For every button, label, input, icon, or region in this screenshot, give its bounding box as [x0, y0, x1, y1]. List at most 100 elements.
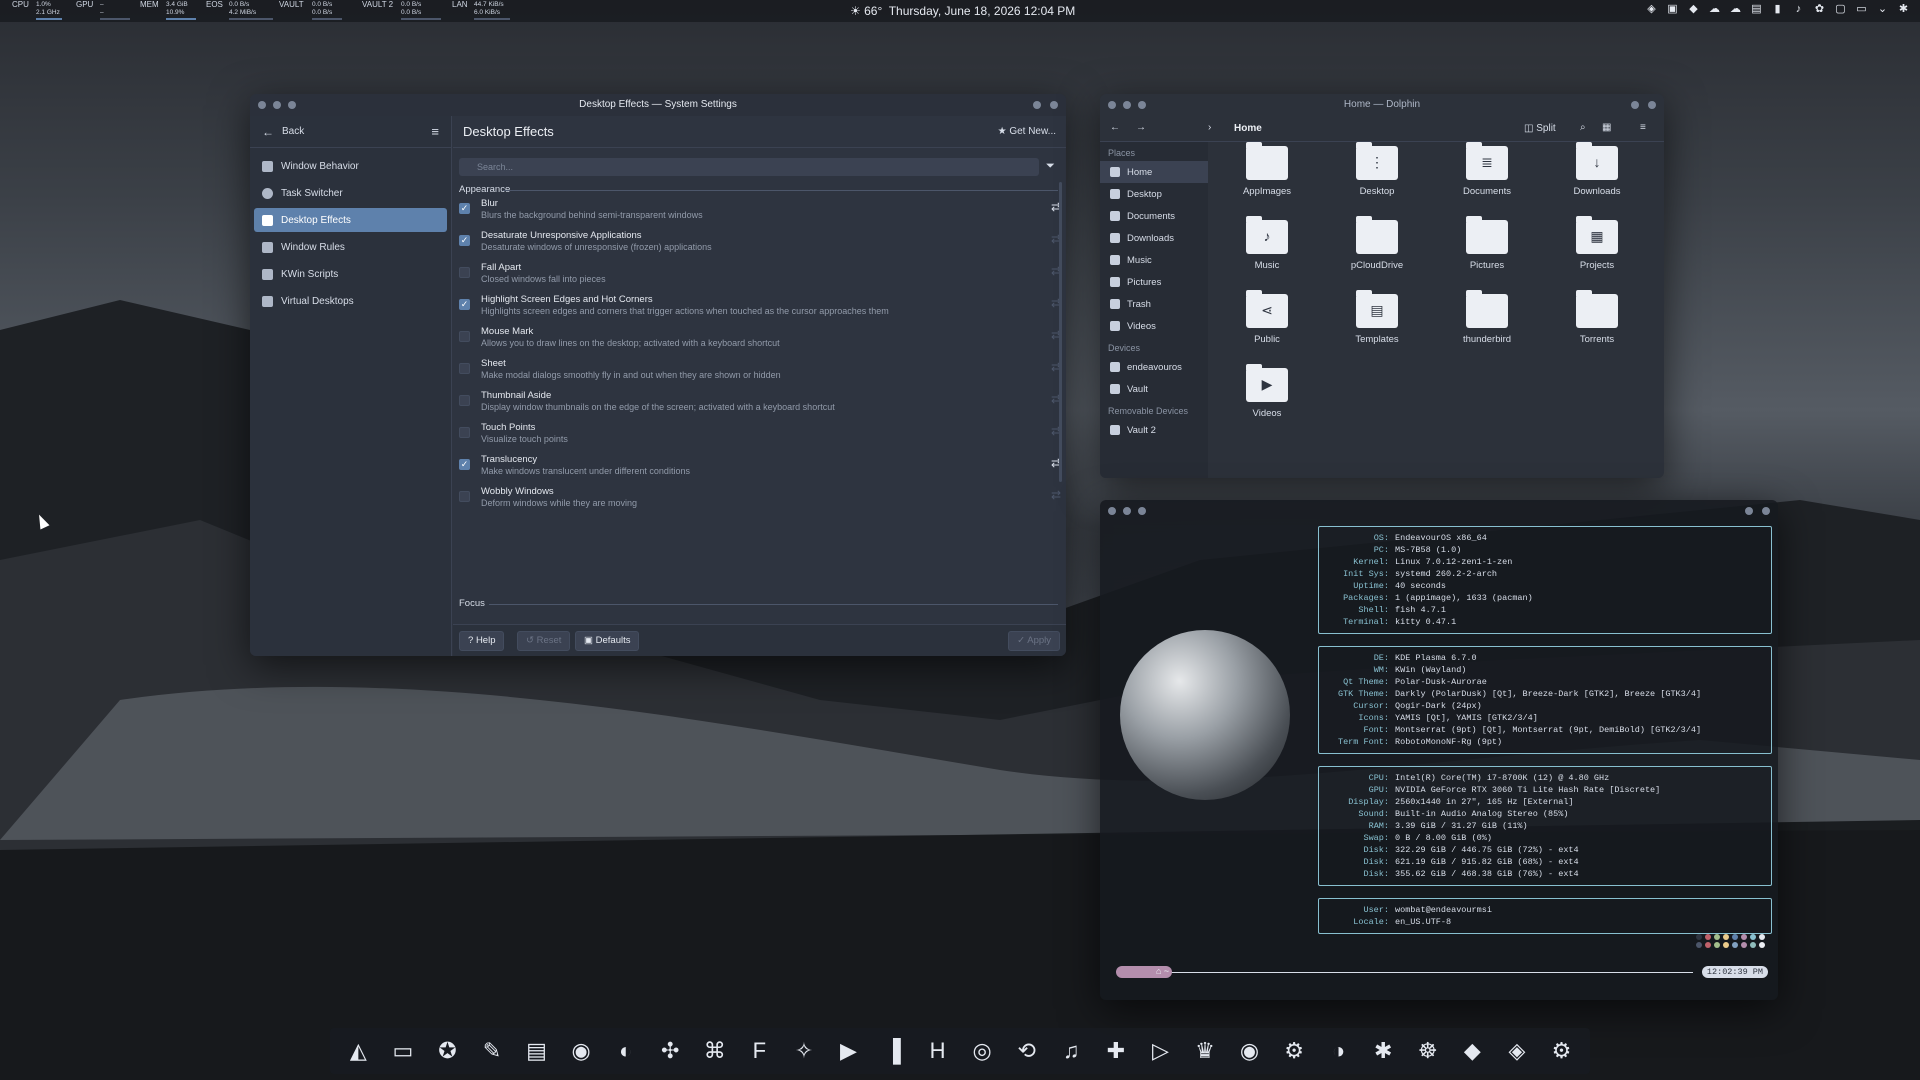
effect-checkbox[interactable]: ✓ — [459, 459, 470, 470]
file-item[interactable]: Pictures — [1432, 216, 1542, 271]
folder-dot[interactable] — [1631, 101, 1639, 109]
minimize-dot[interactable] — [273, 101, 281, 109]
network-icon[interactable]: ✱ — [1367, 1035, 1399, 1067]
effect-row[interactable]: Wobbly Windows Deform windows while they … — [459, 486, 1061, 518]
effect-checkbox[interactable] — [459, 491, 470, 502]
search-icon[interactable]: ⌕ — [1580, 122, 1586, 133]
font-icon[interactable]: F — [743, 1035, 775, 1067]
file-item[interactable]: ▤ Templates — [1322, 290, 1432, 345]
lan-meter[interactable]: LAN — [452, 1, 468, 9]
forward-arrow-icon[interactable]: → — [1136, 122, 1146, 133]
video-editor-icon[interactable]: ▶ — [832, 1035, 864, 1067]
minimize-dot[interactable] — [1123, 507, 1131, 515]
music-icon[interactable]: ♫ — [1055, 1035, 1087, 1067]
gimp-icon[interactable]: ✪ — [431, 1035, 463, 1067]
split-button[interactable]: ◫ Split — [1524, 123, 1556, 134]
place-item[interactable]: Vault 2 — [1100, 419, 1208, 441]
editor-icon[interactable]: ✎ — [476, 1035, 508, 1067]
effect-checkbox[interactable] — [459, 363, 470, 374]
dolphin-titlebar[interactable]: Home — Dolphin — [1100, 94, 1664, 116]
columns-icon[interactable]: ▐ — [877, 1035, 909, 1067]
file-item[interactable]: ♪ Music — [1212, 216, 1322, 271]
mem-meter[interactable]: MEM — [140, 1, 159, 9]
vault-meter[interactable]: VAULT — [279, 1, 304, 9]
kdenlive-icon[interactable]: H — [922, 1035, 954, 1067]
endeavour-icon[interactable]: ◭ — [342, 1035, 374, 1067]
effect-row[interactable]: ✓ Desaturate Unresponsive Applications Des… — [459, 230, 1061, 262]
media-icon[interactable]: ⟲ — [1011, 1035, 1043, 1067]
effect-row[interactable]: Mouse Mark Allows you to draw lines on th… — [459, 326, 1061, 358]
file-item[interactable]: ▦ Projects — [1542, 216, 1652, 271]
place-item[interactable]: Trash — [1100, 293, 1208, 315]
pin-dot[interactable] — [1745, 507, 1753, 515]
browser-icon[interactable]: ◉ — [565, 1035, 597, 1067]
grid-view-icon[interactable]: ▦ — [1602, 122, 1611, 133]
place-item[interactable]: endeavouros — [1100, 356, 1208, 378]
search-input[interactable]: Search... — [459, 158, 1039, 176]
eos-meter[interactable]: EOS — [206, 1, 223, 9]
nav-window-behavior[interactable]: Window Behavior — [254, 154, 447, 178]
menu-icon[interactable]: ≡ — [1640, 122, 1646, 133]
settings-titlebar[interactable]: Desktop Effects — System Settings — [250, 94, 1066, 116]
cloud-icon[interactable]: ☁ — [1708, 3, 1721, 16]
keep-above-dot[interactable] — [1050, 101, 1058, 109]
shield-icon[interactable]: ◈ — [1645, 3, 1658, 16]
effect-row[interactable]: Sheet Make modal dialogs smoothly fly in … — [459, 358, 1061, 390]
place-item[interactable]: Home — [1100, 161, 1208, 183]
back-button[interactable]: ← Back ≡ — [250, 116, 451, 148]
document-icon[interactable]: ▤ — [521, 1035, 553, 1067]
back-arrow-icon[interactable]: ← — [1110, 122, 1120, 133]
scrollbar[interactable] — [1059, 182, 1062, 482]
hamburger-menu-icon[interactable]: ≡ — [431, 124, 439, 139]
keep-above-dot[interactable] — [1648, 101, 1656, 109]
puzzle-icon[interactable]: ⌘ — [699, 1035, 731, 1067]
effect-checkbox[interactable] — [459, 395, 470, 406]
reset-button[interactable]: ↺ Reset — [517, 631, 571, 651]
network-icon[interactable]: ▤ — [1750, 3, 1763, 16]
apply-button[interactable]: ✓ Apply — [1008, 631, 1060, 651]
cpu-meter[interactable]: CPU — [12, 1, 29, 9]
clock[interactable]: ☀ 66° Thursday, June 18, 2026 12:04 PM — [850, 4, 1075, 18]
place-item[interactable]: Pictures — [1100, 271, 1208, 293]
keep-above-dot[interactable] — [1762, 507, 1770, 515]
file-item[interactable]: ⋖ Public — [1212, 290, 1322, 345]
place-item[interactable]: Downloads — [1100, 227, 1208, 249]
inkscape-icon[interactable]: ✧ — [788, 1035, 820, 1067]
nav-kwin-scripts[interactable]: KWin Scripts — [254, 262, 447, 286]
defaults-button[interactable]: ▣ Defaults — [575, 631, 640, 651]
effect-row[interactable]: ✓ Translucency Make windows translucent un… — [459, 454, 1061, 486]
plus-icon[interactable]: ✚ — [1100, 1035, 1132, 1067]
effect-checkbox[interactable]: ✓ — [459, 235, 470, 246]
discord-icon[interactable]: ◉ — [1234, 1035, 1266, 1067]
breadcrumb[interactable]: Home — [1234, 123, 1262, 134]
wireguard-icon[interactable]: ☸ — [1412, 1035, 1444, 1067]
terminal-titlebar[interactable] — [1100, 500, 1778, 522]
effect-row[interactable]: Fall Apart Closed windows fall into piece… — [459, 262, 1061, 294]
effect-checkbox[interactable] — [459, 331, 470, 342]
gpu-meter[interactable]: GPU — [76, 1, 93, 9]
file-item[interactable]: ↓ Downloads — [1542, 142, 1652, 197]
effect-checkbox[interactable] — [459, 427, 470, 438]
nav-virtual-desktops[interactable]: Virtual Desktops — [254, 289, 447, 313]
effect-row[interactable]: ✓ Blur Blurs the background behind semi-tr… — [459, 198, 1061, 230]
thunderbird-icon[interactable]: ◐ — [610, 1035, 642, 1067]
nav-desktop-effects[interactable]: Desktop Effects — [254, 208, 447, 232]
nav-window-rules[interactable]: Window Rules — [254, 235, 447, 259]
obs-icon[interactable]: ◎ — [966, 1035, 998, 1067]
place-item[interactable]: Videos — [1100, 315, 1208, 337]
file-item[interactable]: ▶ Videos — [1212, 364, 1322, 419]
get-new-button[interactable]: ★ Get New... — [998, 126, 1056, 137]
place-item[interactable]: Desktop — [1100, 183, 1208, 205]
effect-checkbox[interactable] — [459, 267, 470, 278]
krita-icon[interactable]: ✣ — [654, 1035, 686, 1067]
notes-icon[interactable]: ▢ — [1834, 3, 1847, 16]
cloud-icon[interactable]: ☁ — [1729, 3, 1742, 16]
brave-icon[interactable]: ◆ — [1456, 1035, 1488, 1067]
player-icon[interactable]: ▷ — [1144, 1035, 1176, 1067]
pin-dot[interactable] — [1033, 101, 1041, 109]
file-item[interactable]: Torrents — [1542, 290, 1652, 345]
close-dot[interactable] — [1108, 507, 1116, 515]
vpn-icon[interactable]: ◆ — [1687, 3, 1700, 16]
configure-icon[interactable]: ⇄ — [1051, 488, 1061, 502]
settings-icon[interactable]: ⚙ — [1545, 1035, 1577, 1067]
